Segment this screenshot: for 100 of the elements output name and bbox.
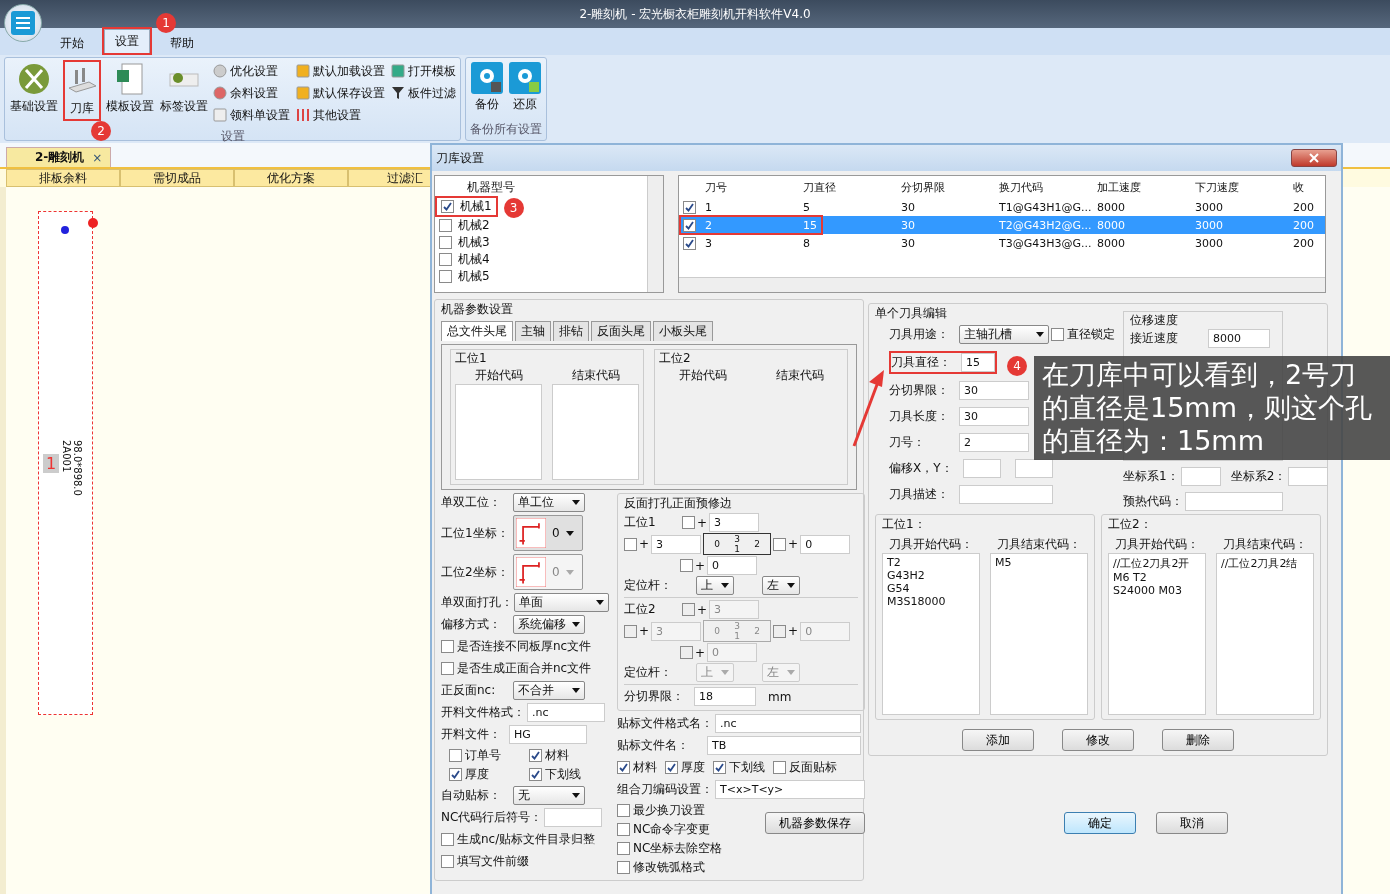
- checkbox[interactable]: [680, 646, 693, 659]
- view-tab[interactable]: 优化方案: [234, 169, 348, 187]
- input-field[interactable]: 30: [959, 407, 1029, 426]
- action-button[interactable]: 删除: [1162, 729, 1234, 751]
- ribbon-button[interactable]: 备份: [470, 60, 504, 115]
- cancel-button[interactable]: 取消: [1156, 812, 1228, 834]
- input-field[interactable]: 18: [694, 687, 756, 706]
- dropdown[interactable]: 无: [513, 786, 585, 805]
- input-field[interactable]: 3: [709, 513, 760, 532]
- input-field[interactable]: 0: [800, 534, 851, 554]
- dropdown[interactable]: 系统偏移: [513, 615, 585, 634]
- checkbox[interactable]: 厚度: [449, 766, 529, 783]
- input-field[interactable]: [963, 459, 1001, 478]
- input-field[interactable]: 30: [959, 381, 1029, 400]
- ribbon-button[interactable]: 领料单设置: [213, 104, 290, 126]
- ribbon-button[interactable]: 余料设置: [213, 82, 290, 104]
- input-field[interactable]: [544, 808, 603, 827]
- checkbox[interactable]: 材料: [617, 759, 657, 776]
- save-button[interactable]: 机器参数保存: [765, 812, 865, 834]
- list-item[interactable]: 机械2: [435, 217, 494, 234]
- dropdown[interactable]: 单工位: [513, 493, 585, 512]
- input-field[interactable]: [959, 485, 1053, 504]
- view-tab[interactable]: 需切成品: [120, 169, 234, 187]
- ribbon-tab[interactable]: 帮助: [160, 32, 204, 55]
- ribbon-button[interactable]: 默认加载设置: [296, 60, 385, 82]
- input-field[interactable]: 3: [651, 534, 702, 554]
- checkbox[interactable]: 是否生成正面合并nc文件: [441, 660, 592, 677]
- close-button[interactable]: [1291, 149, 1337, 167]
- ribbon-button[interactable]: 基础设置: [9, 60, 59, 117]
- checkbox[interactable]: [624, 537, 637, 551]
- checkbox[interactable]: 修改铣弧格式: [617, 859, 723, 876]
- checkbox[interactable]: 填写文件前缀: [441, 853, 529, 870]
- list-item[interactable]: 机械3: [435, 234, 494, 251]
- checkbox[interactable]: NC命令字变更: [617, 821, 723, 838]
- input-field[interactable]: [1288, 467, 1329, 486]
- tab[interactable]: 主轴: [515, 321, 551, 341]
- tab[interactable]: 排钻: [553, 321, 589, 341]
- ribbon-button[interactable]: 还原: [508, 60, 542, 115]
- ribbon-button[interactable]: 刀库: [65, 62, 99, 119]
- scrollbar[interactable]: [647, 176, 663, 292]
- action-button[interactable]: 修改: [1062, 729, 1134, 751]
- input-field[interactable]: .nc: [715, 714, 861, 733]
- ok-button[interactable]: 确定: [1064, 812, 1136, 834]
- checkbox[interactable]: 反面贴标: [773, 759, 837, 776]
- close-icon[interactable]: ×: [92, 150, 103, 165]
- checkbox[interactable]: [683, 236, 696, 250]
- checkbox[interactable]: 生成nc/贴标文件目录归整: [441, 831, 596, 848]
- input-field[interactable]: 2: [959, 433, 1029, 452]
- tab[interactable]: 总文件头尾: [441, 321, 513, 341]
- dropdown[interactable]: 左: [762, 576, 800, 595]
- input-field[interactable]: 0: [707, 556, 758, 575]
- ribbon-tab[interactable]: 开始: [50, 32, 94, 55]
- checkbox[interactable]: [624, 624, 637, 638]
- checkbox[interactable]: 最少换刀设置: [617, 802, 723, 819]
- action-button[interactable]: 添加: [962, 729, 1034, 751]
- list-item[interactable]: 机械4: [435, 251, 494, 268]
- ribbon-button[interactable]: 板件过滤: [391, 82, 456, 104]
- ribbon-button[interactable]: 其他设置: [296, 104, 385, 126]
- input-field[interactable]: .nc: [527, 703, 605, 722]
- checkbox[interactable]: [680, 559, 693, 572]
- ribbon-button[interactable]: 模板设置: [105, 60, 155, 117]
- tab[interactable]: 反面头尾: [591, 321, 651, 341]
- view-tab[interactable]: 排板余料: [6, 169, 120, 187]
- code-field[interactable]: M5: [990, 553, 1088, 715]
- list-item[interactable]: 机械5: [435, 268, 494, 285]
- ribbon-button[interactable]: 标签设置: [159, 60, 209, 117]
- checkbox[interactable]: 下划线: [529, 766, 609, 783]
- checkbox[interactable]: 材料: [529, 747, 609, 764]
- input-field[interactable]: TB: [707, 736, 861, 755]
- tab[interactable]: 小板头尾: [653, 321, 713, 341]
- input-field[interactable]: 15: [961, 353, 995, 372]
- checkbox[interactable]: [773, 624, 787, 638]
- checkbox[interactable]: 直径锁定: [1051, 326, 1115, 343]
- input-field[interactable]: [1180, 467, 1221, 486]
- table-row[interactable]: 1 5 30 T1@G43H1@G... 8000 3000 200: [679, 198, 1325, 216]
- checkbox[interactable]: [682, 516, 695, 529]
- dropdown[interactable]: 单面: [514, 593, 609, 612]
- input-field[interactable]: HG: [509, 725, 587, 744]
- code-field[interactable]: T2 G43H2 G54 M3S18000: [882, 553, 980, 715]
- checkbox[interactable]: [773, 537, 787, 551]
- checkbox[interactable]: [682, 603, 695, 616]
- checkbox[interactable]: [683, 200, 696, 214]
- code-field[interactable]: //工位2刀具2结: [1216, 553, 1314, 715]
- dropdown[interactable]: 上: [696, 576, 734, 595]
- dropdown[interactable]: 不合并: [513, 681, 585, 700]
- code-field[interactable]: [552, 384, 639, 480]
- dropdown[interactable]: 主轴孔槽: [959, 325, 1049, 344]
- input-field[interactable]: T<x>T<y>: [715, 780, 865, 799]
- dropdown[interactable]: 上: [696, 663, 734, 682]
- code-field[interactable]: //工位2刀具2开 M6 T2 S24000 M03: [1108, 553, 1206, 715]
- checkbox[interactable]: 是否连接不同板厚nc文件: [441, 638, 592, 655]
- input-field[interactable]: [1185, 492, 1283, 511]
- input-field[interactable]: 8000: [1208, 329, 1270, 348]
- ribbon-tab[interactable]: 设置: [104, 29, 150, 53]
- input-field[interactable]: [1015, 459, 1053, 478]
- ribbon-button[interactable]: 优化设置: [213, 60, 290, 82]
- code-field[interactable]: [455, 384, 542, 480]
- checkbox[interactable]: 下划线: [713, 759, 765, 776]
- ribbon-button[interactable]: 打开模板: [391, 60, 456, 82]
- checkbox[interactable]: NC坐标去除空格: [617, 840, 723, 857]
